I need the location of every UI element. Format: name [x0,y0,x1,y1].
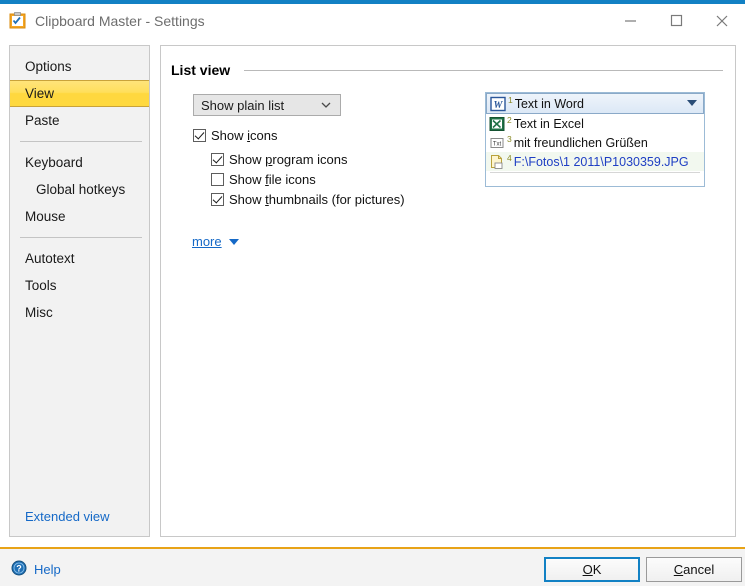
list-item[interactable]: W 1 Text in Word [486,93,704,114]
list-item-label: Text in Word [515,97,584,111]
sidebar-item-tools[interactable]: Tools [10,272,149,299]
help-circle-icon: ? [11,560,27,579]
checkbox-show-program-icons[interactable]: Show program icons [211,152,348,167]
list-item[interactable]: 2 Text in Excel [486,114,704,133]
checkbox-label: Show icons [211,128,278,143]
sidebar-item-label: Global hotkeys [36,182,125,197]
excel-icon [489,116,505,132]
page-title: List view [171,62,230,78]
text-file-icon: Txt [489,135,505,151]
list-item-number: 3 [507,134,512,144]
extended-view-link[interactable]: Extended view [25,509,110,524]
section-header: List view [171,62,727,78]
checkbox-box [193,129,206,142]
section-divider [244,70,723,71]
sidebar-item-global-hotkeys[interactable]: Global hotkeys [10,176,149,203]
window-controls [607,4,745,37]
sidebar-item-options[interactable]: Options [10,53,149,80]
sidebar-separator [20,237,142,238]
list-divider [490,172,700,173]
main-panel: List view Show plain list Show icons Sho… [160,45,736,537]
ok-button-label: OK [583,562,602,577]
sidebar-item-label: Paste [25,113,60,128]
list-item-number: 2 [507,115,512,125]
svg-text:?: ? [16,564,22,574]
settings-window: Clipboard Master - Settings Options View… [0,0,745,586]
window-title: Clipboard Master - Settings [35,13,205,29]
help-label: Help [34,562,61,577]
chevron-down-icon[interactable] [687,100,697,106]
checkbox-box [211,193,224,206]
ok-button[interactable]: OK [544,557,640,582]
svg-text:Txt: Txt [493,141,502,147]
list-item-label: Text in Excel [514,117,584,131]
sidebar-item-label: Misc [25,305,53,320]
checkbox-box [211,153,224,166]
more-link-label: more [192,234,222,249]
checkbox-show-file-icons[interactable]: Show file icons [211,172,316,187]
sidebar-item-label: Options [25,59,72,74]
minimize-icon[interactable] [607,4,653,37]
checkbox-label: Show program icons [229,152,348,167]
sidebar-item-label: Keyboard [25,155,83,170]
sidebar-item-mouse[interactable]: Mouse [10,203,149,230]
list-item-label: F:\Fotos\1 2011\P1030359.JPG [514,155,689,169]
footer-bar: ? Help OK Cancel [0,547,745,586]
list-item-number: 4 [507,153,512,163]
sidebar-item-label: View [25,86,54,101]
checkbox-label: Show thumbnails (for pictures) [229,192,405,207]
sidebar: Options View Paste Keyboard Global hotke… [9,45,150,537]
svg-text:W: W [494,100,504,111]
help-link[interactable]: ? Help [11,560,61,579]
checkbox-show-icons[interactable]: Show icons [193,128,278,143]
checkbox-show-thumbnails[interactable]: Show thumbnails (for pictures) [211,192,405,207]
checkbox-label: Show file icons [229,172,316,187]
chevron-down-icon [320,99,332,114]
sidebar-item-autotext[interactable]: Autotext [10,245,149,272]
clipboard-check-icon [9,12,26,29]
sidebar-item-misc[interactable]: Misc [10,299,149,326]
more-link[interactable]: more [192,234,239,249]
sidebar-item-label: Mouse [25,209,66,224]
list-item-label: mit freundlichen Grüßen [514,136,648,150]
cancel-button-label: Cancel [674,562,714,577]
maximize-icon[interactable] [653,4,699,37]
sidebar-item-label: Tools [25,278,57,293]
list-item[interactable]: Txt 3 mit freundlichen Grüßen [486,133,704,152]
cancel-button[interactable]: Cancel [646,557,742,582]
word-icon: W [490,96,506,112]
list-preview: W 1 Text in Word 2 Text in Excel [485,92,705,187]
sidebar-item-view[interactable]: View [10,80,149,107]
sidebar-item-keyboard[interactable]: Keyboard [10,149,149,176]
title-bar: Clipboard Master - Settings [0,4,745,37]
list-view-mode-select[interactable]: Show plain list [193,94,341,116]
page-icon [489,154,505,170]
close-icon[interactable] [699,4,745,37]
sidebar-item-paste[interactable]: Paste [10,107,149,134]
sidebar-separator [20,141,142,142]
list-item-number: 1 [508,95,513,105]
chevron-down-icon [229,239,239,245]
list-item[interactable]: 4 F:\Fotos\1 2011\P1030359.JPG [486,152,704,171]
checkbox-box [211,173,224,186]
list-view-mode-value: Show plain list [201,98,284,113]
sidebar-item-label: Autotext [25,251,75,266]
